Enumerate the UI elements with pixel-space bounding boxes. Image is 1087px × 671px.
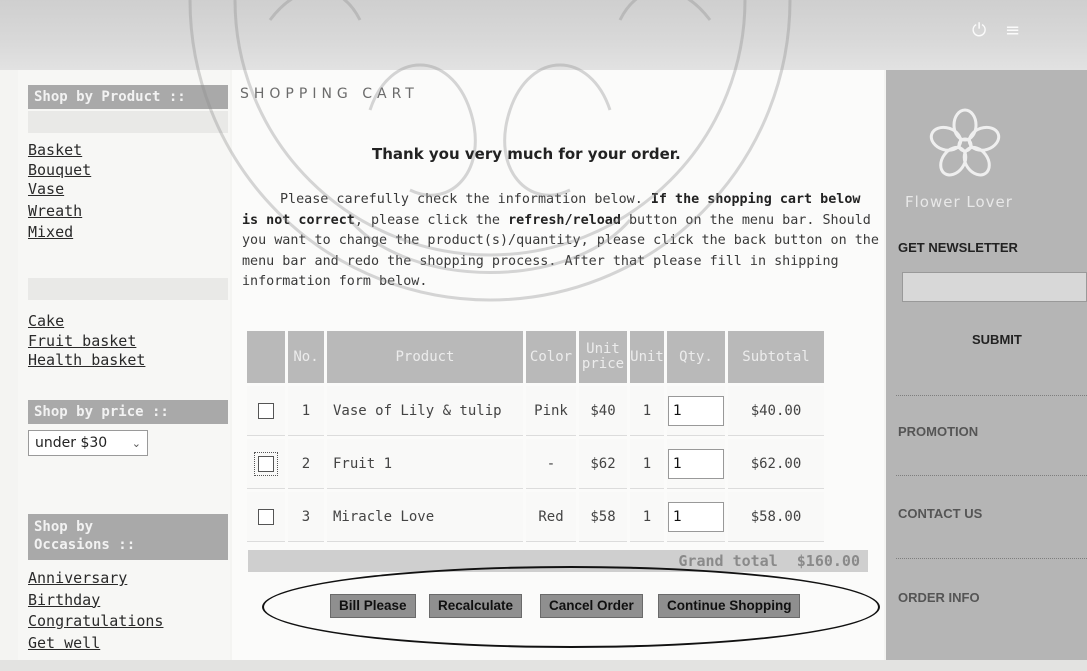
price-select-value: under $30	[35, 435, 108, 451]
row-checkbox-cell	[247, 439, 285, 489]
quantity-input[interactable]	[668, 395, 724, 426]
row-product: Vase of Lily & tulip	[327, 386, 523, 436]
sidebar-link-basket[interactable]: Basket	[28, 141, 91, 161]
header-unit: Unit	[630, 331, 664, 383]
table-header-row: No. Product Color Unit price Unit Qty. S…	[247, 331, 824, 383]
sidebar-link-wreath[interactable]: Wreath	[28, 202, 91, 222]
table-row: 3 Miracle Love Red $58 1 $58.00	[247, 492, 824, 542]
header-select	[247, 331, 285, 383]
occasions-heading-line1: Shop by	[34, 519, 94, 535]
header-qty: Qty.	[667, 331, 725, 383]
sidebar-link-congratulations[interactable]: Congratulations	[28, 611, 163, 633]
sidebar-link-birthday[interactable]: Birthday	[28, 590, 163, 612]
quantity-input[interactable]	[668, 448, 724, 479]
recalculate-button[interactable]: Recalculate	[429, 594, 523, 618]
promotion-link[interactable]: PROMOTION	[898, 424, 978, 439]
sidebar-spacer-2	[28, 278, 228, 300]
row-checkbox[interactable]	[258, 508, 274, 525]
row-unit: 1	[630, 439, 664, 489]
shopping-cart-heading: SHOPPING CART	[240, 86, 419, 102]
price-select[interactable]: under $30 ⌄	[28, 430, 148, 456]
header-no: No.	[288, 331, 324, 383]
row-no: 1	[288, 386, 324, 436]
grand-total-value: $160.00	[796, 552, 860, 570]
header-unit-price: Unit price	[579, 331, 627, 383]
table-row: 2 Fruit 1 - $62 1 $62.00	[247, 439, 824, 489]
sidebar-link-anniversary[interactable]: Anniversary	[28, 568, 163, 590]
continue-shopping-button[interactable]: Continue Shopping	[658, 594, 801, 618]
header-product: Product	[327, 331, 523, 383]
bottom-strip	[0, 660, 1087, 671]
sidebar-link-get-well[interactable]: Get well	[28, 633, 163, 655]
sidebar-link-fruit-basket[interactable]: Fruit basket	[28, 332, 145, 352]
header-color: Color	[526, 331, 576, 383]
row-unit-price: $58	[579, 492, 627, 542]
row-subtotal: $40.00	[728, 386, 824, 436]
row-product: Fruit 1	[327, 439, 523, 489]
row-unit: 1	[630, 492, 664, 542]
row-unit: 1	[630, 386, 664, 436]
row-checkbox[interactable]	[254, 451, 278, 476]
grand-total-label: Grand total	[678, 552, 778, 570]
row-qty-cell	[667, 386, 725, 436]
info-bold-2: refresh/reload	[508, 212, 621, 228]
sidebar-spacer	[28, 111, 228, 133]
newsletter-email-input[interactable]	[902, 272, 1087, 302]
row-subtotal: $62.00	[728, 439, 824, 489]
header-subtotal: Subtotal	[728, 331, 824, 383]
occasions-heading-line2: Occasions ::	[34, 537, 136, 553]
row-qty-cell	[667, 492, 725, 542]
row-no: 3	[288, 492, 324, 542]
cart-table: No. Product Color Unit price Unit Qty. S…	[244, 328, 827, 545]
newsletter-submit-button[interactable]: SUBMIT	[972, 332, 1022, 347]
bill-please-button[interactable]: Bill Please	[330, 594, 416, 618]
row-color: Pink	[526, 386, 576, 436]
table-row: 1 Vase of Lily & tulip Pink $40 1 $40.00	[247, 386, 824, 436]
quantity-input[interactable]	[668, 501, 724, 532]
row-product: Miracle Love	[327, 492, 523, 542]
row-color: -	[526, 439, 576, 489]
instructions-paragraph: Please carefully check the information b…	[242, 190, 882, 293]
cancel-order-button[interactable]: Cancel Order	[540, 594, 643, 618]
flower-logo-icon	[929, 108, 1001, 177]
row-unit-price: $62	[579, 439, 627, 489]
info-text-2: , please click the	[354, 212, 509, 228]
top-banner: ⏻ ≡	[0, 0, 1087, 70]
product-links: Basket Bouquet Vase Wreath Mixed	[28, 141, 91, 243]
sidebar-link-bouquet[interactable]: Bouquet	[28, 161, 91, 181]
sidebar-link-cake[interactable]: Cake	[28, 312, 145, 332]
power-icon: ⏻	[972, 20, 987, 41]
shop-by-product-heading: Shop by Product ::	[28, 85, 228, 109]
right-divider	[896, 475, 1087, 476]
row-qty-cell	[667, 439, 725, 489]
row-checkbox[interactable]	[258, 402, 274, 419]
right-divider	[896, 395, 1087, 396]
order-info-link[interactable]: ORDER INFO	[898, 590, 980, 605]
occasion-links: Anniversary Birthday Congratulations Get…	[28, 568, 163, 654]
info-text-1: Please carefully check the information b…	[280, 192, 651, 207]
row-checkbox-cell	[247, 492, 285, 542]
thank-you-message: Thank you very much for your order.	[372, 145, 681, 163]
menu-icon: ≡	[1005, 20, 1021, 41]
row-checkbox-cell	[247, 386, 285, 436]
contact-us-link[interactable]: CONTACT US	[898, 506, 982, 521]
sidebar-link-vase[interactable]: Vase	[28, 180, 91, 200]
chevron-down-icon: ⌄	[131, 436, 141, 450]
right-divider	[896, 558, 1087, 559]
other-links: Cake Fruit basket Health basket	[28, 312, 145, 371]
row-no: 2	[288, 439, 324, 489]
shop-by-occasions-heading: Shop by Occasions ::	[28, 514, 228, 560]
row-color: Red	[526, 492, 576, 542]
brand-name: Flower Lover	[905, 193, 1013, 211]
sidebar-link-health-basket[interactable]: Health basket	[28, 351, 145, 371]
newsletter-label: GET NEWSLETTER	[898, 240, 1018, 255]
shop-by-price-heading: Shop by price ::	[28, 400, 228, 424]
sidebar-link-mixed[interactable]: Mixed	[28, 223, 91, 243]
row-subtotal: $58.00	[728, 492, 824, 542]
row-unit-price: $40	[579, 386, 627, 436]
